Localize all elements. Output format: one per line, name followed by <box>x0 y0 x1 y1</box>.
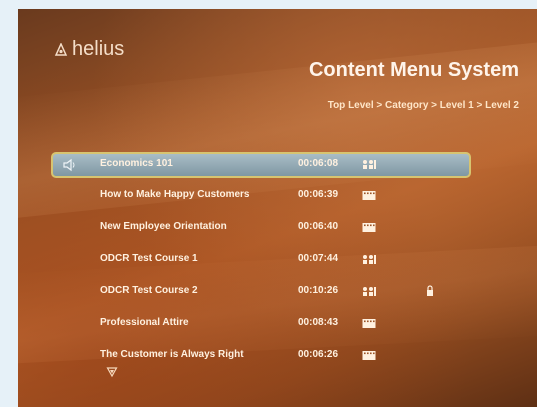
film-icon <box>362 191 376 200</box>
menu-item-duration: 00:07:44 <box>298 253 339 264</box>
menu-item-name: New Employee Orientation <box>100 221 227 232</box>
menu-item[interactable]: Professional Attire 00:08:43 <box>18 311 537 337</box>
lock-icon <box>427 285 433 296</box>
menu-item-duration: 00:06:39 <box>298 189 339 200</box>
helius-logo: helius <box>54 38 124 61</box>
tv-screen: helius Content Menu System Top Level > C… <box>18 9 537 407</box>
page-title: Content Menu System <box>308 59 519 81</box>
scroll-down-arrow-icon[interactable] <box>106 366 118 378</box>
film-icon <box>362 351 376 360</box>
people-icon <box>363 160 376 169</box>
menu-item-name: How to Make Happy Customers <box>100 189 250 200</box>
menu-item-duration: 00:10:26 <box>298 285 339 296</box>
menu-item-duration: 00:08:43 <box>298 317 339 328</box>
menu-item-name: The Customer is Always Right <box>100 349 244 360</box>
menu-item[interactable]: ODCR Test Course 1 00:07:44 <box>18 247 537 273</box>
breadcrumb: Top Level > Category > Level 1 > Level 2 <box>327 100 519 111</box>
people-icon <box>363 255 376 264</box>
menu-item-name: ODCR Test Course 1 <box>100 253 198 264</box>
menu-item[interactable]: New Employee Orientation 00:06:40 <box>18 215 537 241</box>
menu-item-duration: 00:06:26 <box>298 349 339 360</box>
menu-item-name: Economics 101 <box>100 158 173 169</box>
menu-item-duration: 00:06:40 <box>298 221 339 232</box>
menu-item[interactable]: ODCR Test Course 2 00:10:26 <box>18 279 537 305</box>
menu-item[interactable]: Economics 101 00:06:08 <box>18 152 537 178</box>
menu-item-name: Professional Attire <box>100 317 189 328</box>
speaker-icon <box>63 158 75 172</box>
menu-item[interactable]: How to Make Happy Customers 00:06:39 <box>18 183 537 209</box>
people-icon <box>363 287 376 296</box>
helius-logo-icon <box>54 42 68 56</box>
menu-item-duration: 00:06:08 <box>298 158 339 169</box>
menu-item-name: ODCR Test Course 2 <box>100 285 198 296</box>
film-icon <box>362 319 376 328</box>
film-icon <box>362 223 376 232</box>
menu-item[interactable]: The Customer is Always Right 00:06:26 <box>18 343 537 369</box>
logo-text: helius <box>72 38 125 60</box>
